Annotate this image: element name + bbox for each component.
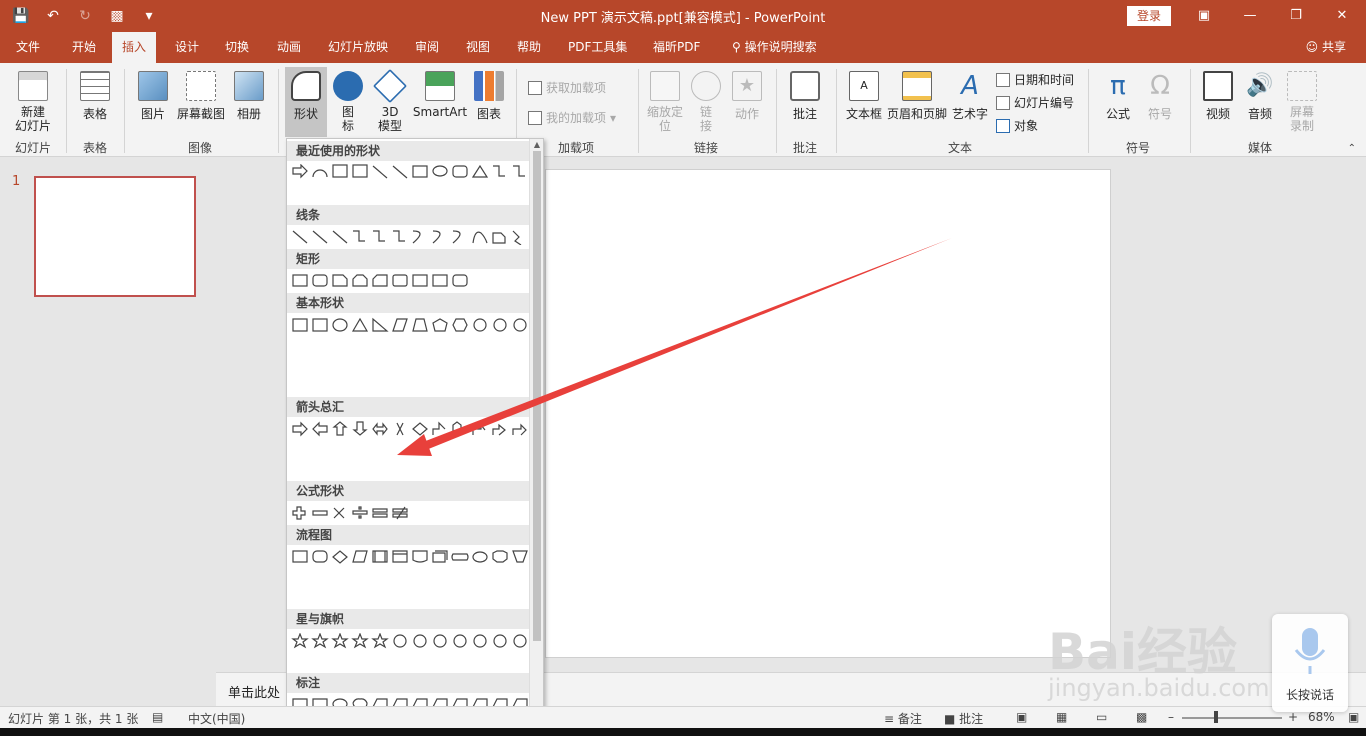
normal-view-icon[interactable]: ▣: [1016, 710, 1027, 724]
zoom-slider-thumb[interactable]: [1214, 711, 1218, 723]
zoom-slider[interactable]: [1182, 717, 1282, 719]
comments-toggle[interactable]: ■ 批注: [944, 710, 983, 727]
comment-bubble-icon: ■: [944, 712, 960, 726]
notes-toggle[interactable]: ≡ 备注: [884, 710, 922, 727]
zoom-level[interactable]: 68%: [1308, 710, 1335, 724]
status-bar: 幻灯片 第 1 张，共 1 张 ▤ 中文(中国) ≡ 备注 ■ 批注 ▣ ▦ ▭…: [0, 706, 1366, 728]
reading-view-icon[interactable]: ▭: [1096, 710, 1107, 724]
taskbar: [0, 728, 1366, 736]
language-status[interactable]: 中文(中国): [188, 710, 245, 727]
notes-icon: ≡: [884, 712, 898, 726]
microphone-icon: [1294, 628, 1326, 674]
zoom-in-icon[interactable]: +: [1288, 710, 1298, 724]
fit-slide-icon[interactable]: ▣: [1348, 710, 1359, 724]
voice-input-widget[interactable]: 长按说话: [1272, 614, 1348, 712]
slideshow-view-icon[interactable]: ▩: [1136, 710, 1147, 724]
zoom-out-icon[interactable]: –: [1168, 710, 1174, 724]
slide-sorter-icon[interactable]: ▦: [1056, 710, 1067, 724]
slide-count-status: 幻灯片 第 1 张，共 1 张: [8, 712, 139, 726]
annotation-arrow: [397, 238, 952, 456]
comments-toggle-label: 批注: [959, 712, 984, 726]
notes-toggle-label: 备注: [897, 712, 922, 726]
spellcheck-icon[interactable]: ▤: [152, 710, 163, 724]
voice-input-label: 长按说话: [1285, 688, 1334, 702]
